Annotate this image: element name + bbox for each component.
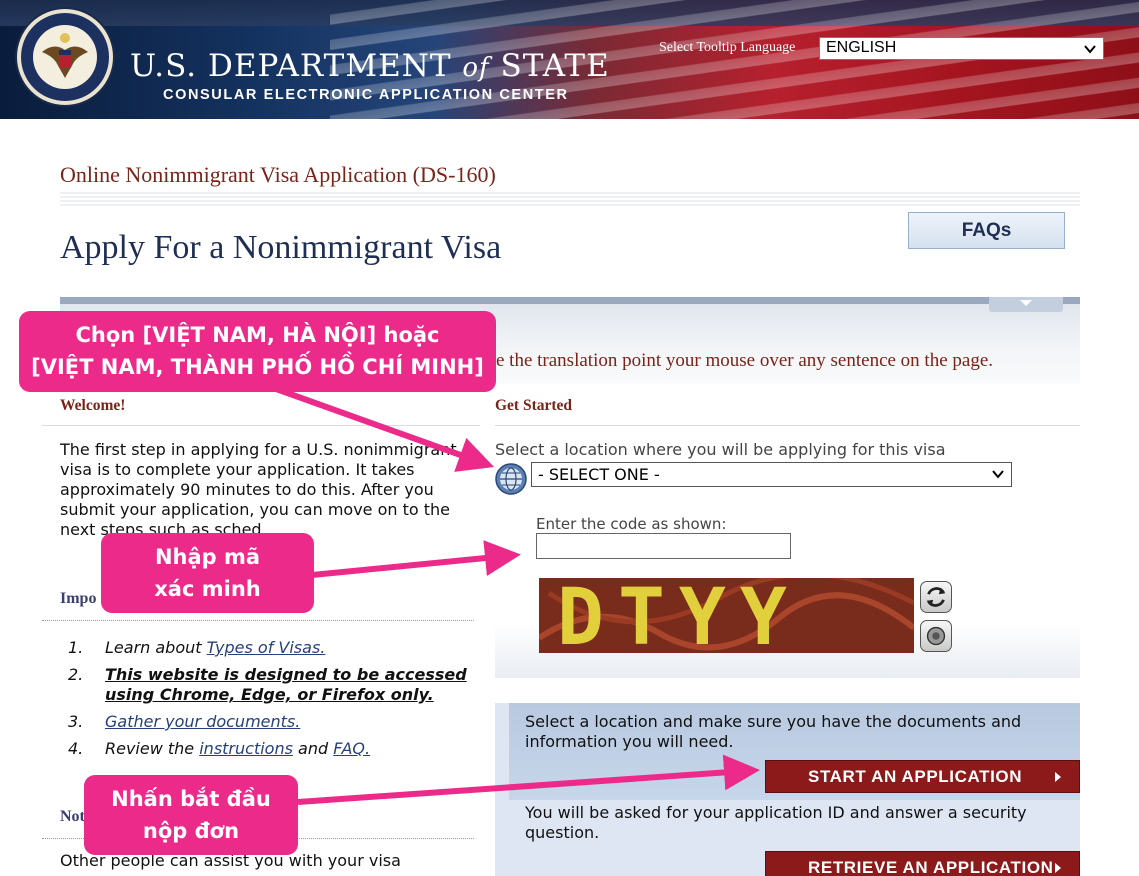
location-callout: Chọn [VIỆT NAM, HÀ NỘI] hoặc [VIỆT NAM, … (19, 311, 496, 392)
start-instructions: Select a location and make sure you have… (525, 712, 1022, 751)
list-item: 3. Gather your documents. (60, 712, 480, 732)
step-text: Review the (105, 739, 200, 758)
tooltip-language-select[interactable]: ENGLISH (819, 37, 1104, 60)
types-of-visas-link[interactable]: Types of Visas. (207, 638, 326, 657)
faq-link[interactable]: FAQ. (333, 739, 370, 758)
location-select-value: - SELECT ONE - (538, 465, 660, 484)
get-started-heading: Get Started (495, 397, 573, 414)
callout-text: Nhập mã (154, 545, 261, 569)
list-item: 1. Learn about Types of Visas. (60, 638, 480, 658)
welcome-text: The first step in applying for a U.S. no… (60, 440, 457, 539)
callout-text: Chọn [VIỆT NAM, HÀ NỘI] hoặc (75, 323, 440, 347)
start-application-button[interactable]: START AN APPLICATION (765, 760, 1080, 793)
start-application-label: START AN APPLICATION (808, 767, 1023, 786)
callout-text: xác minh (154, 577, 261, 601)
captcha-text: DTYY (557, 578, 801, 653)
refresh-icon (926, 587, 946, 607)
step-number: 4. (68, 739, 84, 758)
tooltip-language-value: ENGLISH (826, 39, 897, 56)
retrieve-application-button[interactable]: RETRIEVE AN APPLICATION (765, 851, 1080, 876)
section-bar (60, 297, 1080, 304)
consular-center-subtitle: CONSULAR ELECTRONIC APPLICATION CENTER (163, 87, 569, 103)
retrieve-instructions: You will be asked for your application I… (525, 803, 1027, 842)
page-title: Apply For a Nonimmigrant Visa (60, 229, 502, 266)
translation-instructions: e the translation point your mouse over … (496, 350, 994, 371)
captcha-image: DTYY (539, 578, 914, 653)
step-text: Learn about (105, 638, 207, 657)
location-label: Select a location where you will be appl… (495, 440, 946, 459)
callout-text: Nhấn bắt đầu (111, 787, 271, 811)
step-number: 2. (68, 665, 84, 684)
captcha-code-input[interactable] (536, 533, 791, 559)
retrieve-application-label: RETRIEVE AN APPLICATION (808, 858, 1054, 876)
chevron-down-icon (992, 470, 1004, 479)
faq-button[interactable]: FAQs (908, 212, 1065, 249)
captcha-audio-button[interactable] (920, 620, 952, 652)
department-title: U.S. DEPARTMENT of STATE (130, 48, 610, 84)
step-number: 3. (68, 712, 84, 731)
welcome-heading: Welcome! (60, 397, 126, 414)
important-divider (42, 620, 474, 621)
header-banner: U.S. DEPARTMENT of STATE CONSULAR ELECTR… (0, 0, 1139, 119)
collapse-tab[interactable] (989, 297, 1063, 312)
code-callout: Nhập mã xác minh (101, 533, 314, 613)
captcha-refresh-button[interactable] (920, 581, 952, 613)
chevron-down-icon (1084, 45, 1096, 54)
tooltip-language-label: Select Tooltip Language (659, 40, 796, 55)
arrow-right-icon (1055, 863, 1061, 873)
captcha-code-label: Enter the code as shown: (536, 515, 727, 533)
browser-notice: This website is designed to be accessed … (105, 665, 467, 704)
form-title: Online Nonimmigrant Visa Application (DS… (60, 162, 496, 187)
notice-heading: Not (60, 808, 85, 825)
gather-documents-link[interactable]: Gather your documents. (105, 712, 300, 731)
department-seal-icon (15, 7, 115, 107)
step-text: and (292, 739, 334, 758)
step-number: 1. (68, 638, 84, 657)
callout-text: nộp đơn (142, 819, 240, 843)
welcome-divider (42, 425, 480, 426)
audio-icon (926, 626, 946, 646)
code-arrow (311, 540, 521, 578)
location-select[interactable]: - SELECT ONE - (531, 462, 1012, 487)
steps-list: 1. Learn about Types of Visas. 2. This w… (60, 638, 480, 766)
list-item: 4. Review the instructions and FAQ. (60, 739, 480, 759)
globe-icon (495, 463, 527, 495)
arrow-right-icon (1055, 772, 1061, 782)
start-callout: Nhấn bắt đầu nộp đơn (84, 775, 298, 855)
title-divider (60, 192, 1080, 206)
list-item: 2. This website is designed to be access… (60, 665, 480, 705)
get-started-divider (495, 425, 1080, 426)
callout-text: [VIỆT NAM, THÀNH PHỐ HỒ CHÍ MINH] (31, 355, 484, 379)
important-heading: Impo (60, 590, 97, 607)
instructions-link[interactable]: instructions (199, 739, 293, 758)
